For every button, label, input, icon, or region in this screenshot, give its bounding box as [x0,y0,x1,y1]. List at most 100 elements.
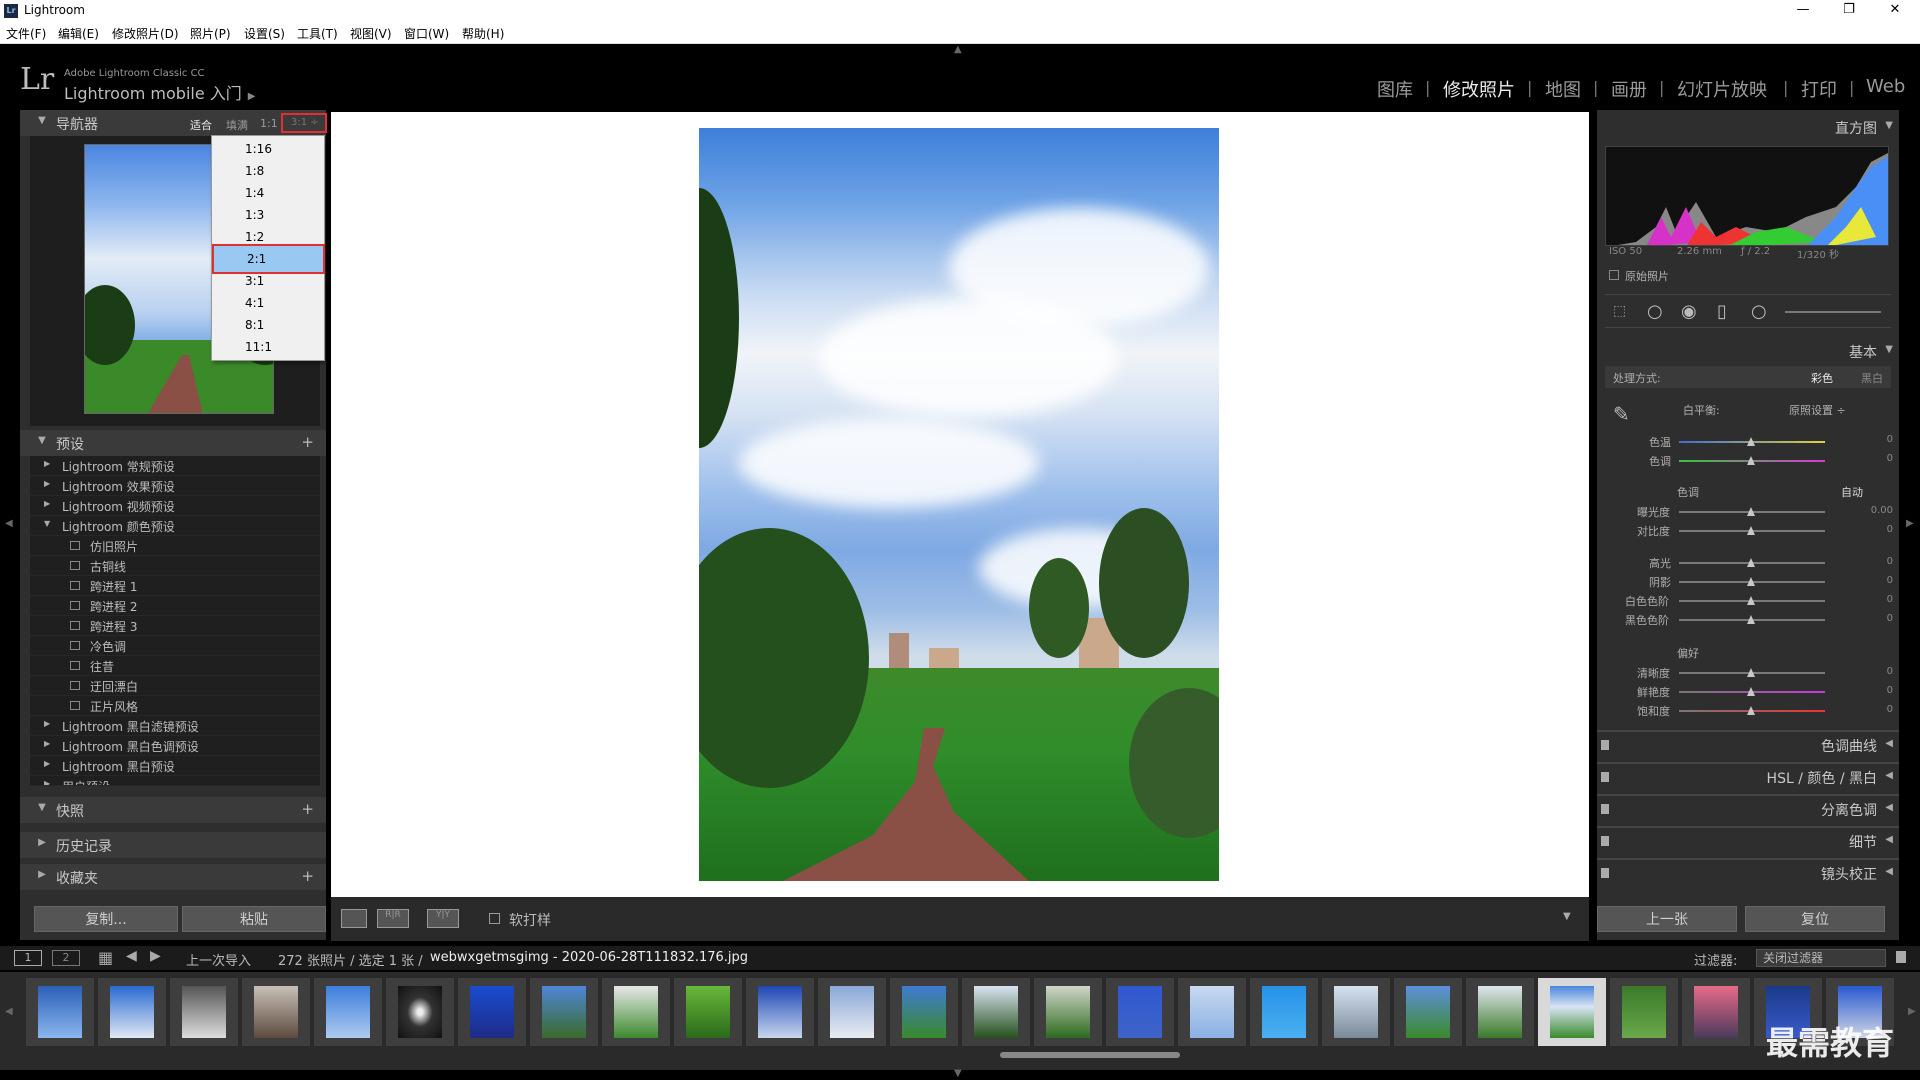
preset-folder[interactable]: ▶ Lightroom 黑白色调预设 [30,736,320,756]
graduated-filter-icon[interactable]: ▯ [1717,301,1727,322]
toolbar-menu-icon[interactable]: ▼ [1563,911,1571,922]
copy-button[interactable]: 复制... [34,906,178,932]
zoom-fill[interactable]: 填满 [226,117,248,133]
paste-button[interactable]: 粘贴 [182,906,326,932]
add-snapshot-icon[interactable]: + [301,800,314,818]
module-web[interactable]: Web [1866,76,1905,97]
slider-value[interactable]: 0 [1867,613,1893,624]
spot-removal-icon[interactable]: ○ [1647,301,1663,322]
tint-slider[interactable] [1679,456,1825,465]
menu-help[interactable]: 帮助(H) [462,25,504,42]
zoom-option[interactable]: 1:3 [212,204,324,226]
secondary-window-button[interactable]: 2 [52,950,80,966]
filmstrip-thumbnail[interactable] [98,978,166,1046]
preset-item[interactable]: 往昔 [30,656,320,676]
original-photo-checkbox[interactable] [1609,270,1619,280]
slider-knob[interactable] [1747,526,1755,535]
tone-auto-button[interactable]: 自动 [1841,484,1863,500]
minimize-button[interactable]: — [1780,0,1826,22]
photo-canvas[interactable] [331,112,1589,897]
before-after-tb-button[interactable]: Y|Y [427,909,459,928]
filmstrip-thumbnail[interactable] [1106,978,1174,1046]
filmstrip-scrollbar[interactable] [1000,1052,1180,1058]
preset-item[interactable]: 迂回漂白 [30,676,320,696]
filmstrip-thumbnail[interactable] [1178,978,1246,1046]
hsl-header[interactable]: HSL / 颜色 / 黑白 ◀ [1597,762,1899,788]
menu-window[interactable]: 窗口(W) [404,25,449,42]
filter-select[interactable]: 关闭过滤器 [1756,949,1886,967]
module-print[interactable]: 打印 [1801,76,1837,102]
contrast-slider[interactable] [1679,526,1825,535]
white-balance-picker-icon[interactable]: ✎ [1613,402,1630,426]
filmstrip-left-icon[interactable]: ◀ [5,1006,13,1017]
back-arrow-icon[interactable]: ◀ [126,948,137,964]
main-photo[interactable] [699,128,1219,881]
filter-lock-icon[interactable] [1896,951,1906,963]
filmstrip-thumbnail[interactable] [1466,978,1534,1046]
filmstrip-thumbnail[interactable] [386,978,454,1046]
zoom-1-1[interactable]: 1:1 [260,117,278,130]
whites-slider[interactable] [1679,596,1825,605]
previous-button[interactable]: 上一张 [1597,906,1737,932]
slider-knob[interactable] [1747,687,1755,696]
zoom-option[interactable]: 11:1 [212,336,324,358]
preset-folder[interactable]: ▶ Lightroom 黑白滤镜预设 [30,716,320,736]
blacks-slider[interactable] [1679,615,1825,624]
close-button[interactable]: ✕ [1872,0,1918,22]
zoom-fit[interactable]: 适合 [190,117,212,133]
preset-folder[interactable]: ▶ Lightroom 常规预设 [30,456,320,476]
zoom-option[interactable]: 4:1 [212,292,324,314]
presets-header[interactable]: ▼ 预设 + [20,430,326,456]
treatment-bw[interactable]: 黑白 [1861,370,1883,386]
preset-folder[interactable]: ▶用户预设 [30,776,320,786]
panel-switch-icon[interactable] [1601,772,1609,782]
zoom-ratio-select[interactable]: 3:1 ÷ [281,113,327,133]
menu-view[interactable]: 视图(V) [350,25,392,42]
slider-knob[interactable] [1747,507,1755,516]
brush-slider[interactable] [1785,311,1881,313]
preset-folder[interactable]: ▶ Lightroom 视频预设 [30,496,320,516]
zoom-option[interactable]: 1:16 [212,138,324,160]
module-library[interactable]: 图库 [1377,76,1413,102]
histogram-header[interactable]: 直方图 ▼ [1597,114,1899,140]
filmstrip-thumbnail[interactable] [1034,978,1102,1046]
vibrance-slider[interactable] [1679,687,1825,696]
slider-knob[interactable] [1747,456,1755,465]
slider-value[interactable]: 0 [1867,685,1893,696]
preset-item[interactable]: 正片风格 [30,696,320,716]
filmstrip-thumbnail[interactable] [458,978,526,1046]
highlights-slider[interactable] [1679,558,1825,567]
temp-slider[interactable] [1679,437,1825,446]
preset-item[interactable]: 跨进程 2 [30,596,320,616]
module-book[interactable]: 画册 [1611,76,1647,102]
bottom-panel-toggle-icon[interactable]: ▼ [954,1068,962,1079]
add-preset-icon[interactable]: + [301,433,314,451]
before-after-lr-button[interactable]: R|R [377,909,409,928]
slider-knob[interactable] [1747,437,1755,446]
zoom-option[interactable]: 8:1 [212,314,324,336]
zoom-option[interactable]: 1:4 [212,182,324,204]
primary-window-button[interactable]: 1 [14,950,42,966]
identity-plate[interactable]: Lightroom mobile 入门 ▶ [64,80,255,104]
detail-header[interactable]: 细节 ◀ [1597,826,1899,852]
add-collection-icon[interactable]: + [301,867,314,885]
filmstrip-thumbnail[interactable] [242,978,310,1046]
preset-item[interactable]: 古铜线 [30,556,320,576]
slider-knob[interactable] [1747,615,1755,624]
crop-tool-icon[interactable]: ⬚ [1613,303,1626,319]
module-develop[interactable]: 修改照片 [1443,76,1515,102]
filmstrip-thumbnail[interactable] [170,978,238,1046]
slider-value[interactable]: 0 [1867,556,1893,567]
menu-develop[interactable]: 修改照片(D) [112,25,179,42]
slider-knob[interactable] [1747,668,1755,677]
slider-value[interactable]: 0 [1867,524,1893,535]
preset-item[interactable]: 跨进程 3 [30,616,320,636]
slider-value[interactable]: 0 [1867,453,1893,464]
filmstrip-right-icon[interactable]: ▶ [1908,1006,1916,1017]
source-label[interactable]: 上一次导入 [186,950,251,969]
red-eye-icon[interactable]: ◉ [1681,301,1697,322]
saturation-slider[interactable] [1679,706,1825,715]
preset-folder[interactable]: ▶ Lightroom 黑白预设 [30,756,320,776]
top-panel-toggle-icon[interactable]: ▲ [954,44,962,55]
snapshots-header[interactable]: ▼ 快照 + [20,797,326,823]
